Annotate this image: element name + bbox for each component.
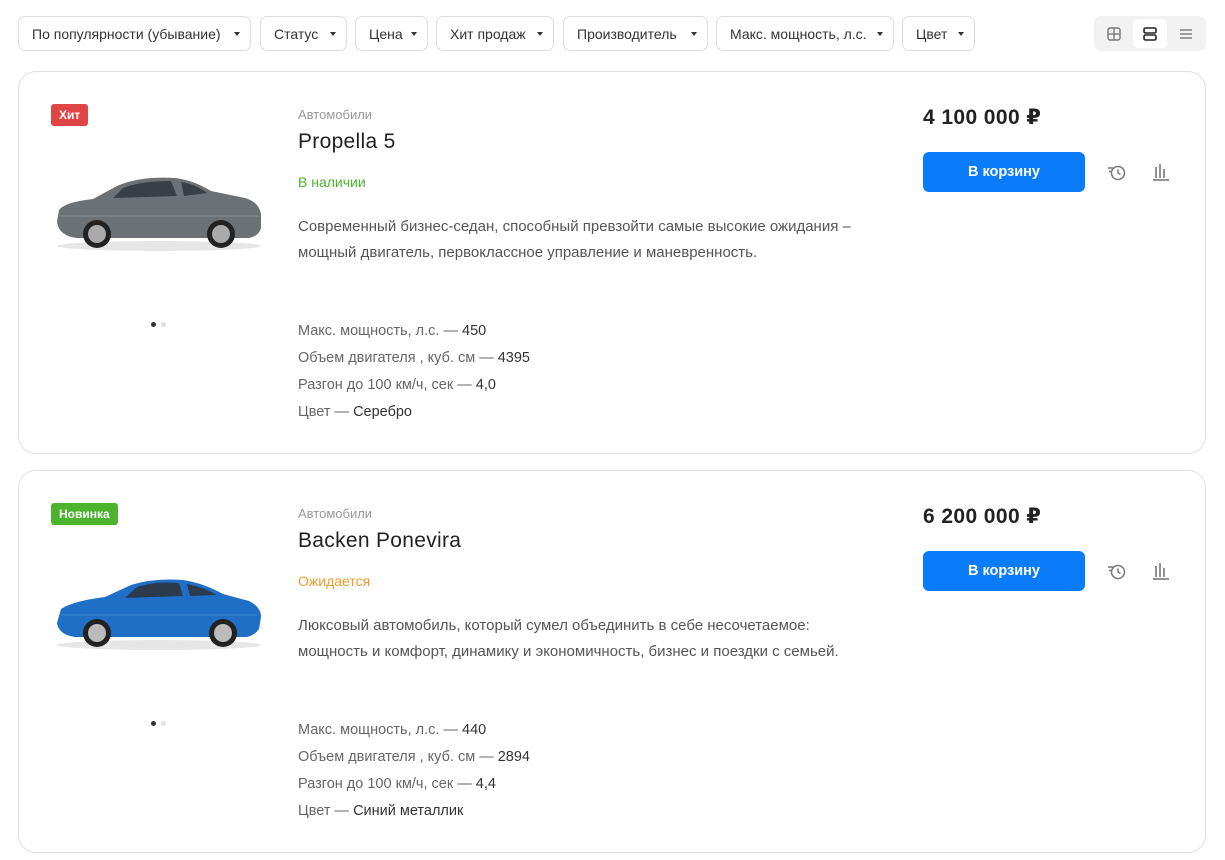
product-category: Автомобили <box>298 107 373 122</box>
filter-label: Цена <box>369 25 403 42</box>
filter-label: Цвет <box>916 25 948 42</box>
view-switch <box>1094 16 1206 51</box>
filter-status[interactable]: Статус <box>260 16 347 51</box>
property-name: Цвет <box>298 404 331 420</box>
property-value: 4395 <box>497 350 530 366</box>
property-row: Разгон до 100 км/ч, сек — 4,4 <box>298 776 496 792</box>
view-cards-button[interactable] <box>1133 19 1167 48</box>
property-row: Цвет — Синий металлик <box>298 803 464 819</box>
history-clock-icon <box>1108 165 1126 181</box>
list-view-icon <box>1180 28 1192 39</box>
grid-view-icon <box>1107 26 1121 41</box>
compare-chart-icon <box>1153 164 1169 181</box>
caret-down-icon <box>691 32 697 36</box>
pager-dot[interactable] <box>161 322 166 327</box>
property-name: Макс. мощность, л.с. <box>298 323 440 339</box>
filter-hit[interactable]: Хит продаж <box>436 16 554 51</box>
property-row: Макс. мощность, л.с. — 440 <box>298 722 487 738</box>
add-to-cart-button[interactable]: В корзину <box>923 152 1085 192</box>
filter-label: Хит продаж <box>450 25 526 42</box>
product-description: Люксовый автомобиль, который сумел объед… <box>298 617 839 660</box>
property-name: Объем двигателя , куб. см <box>298 749 476 765</box>
hit-badge: Хит <box>51 104 89 126</box>
filters-bar: По популярности (убывание) Статус Цена Х… <box>18 16 1207 52</box>
compare-button[interactable] <box>1149 160 1173 184</box>
product-card: Новинка Автомобили Backen Ponevira Ожида… <box>18 470 1206 853</box>
stock-status: Ожидается <box>298 573 371 589</box>
stock-status: В наличии <box>298 174 366 190</box>
product-price: 6 200 000 ₽ <box>923 505 1042 528</box>
product-price: 4 100 000 ₽ <box>923 106 1042 129</box>
filter-color[interactable]: Цвет <box>902 16 975 51</box>
property-name: Объем двигателя , куб. см <box>298 350 476 366</box>
product-title[interactable]: Backen Ponevira <box>298 529 461 553</box>
compare-chart-icon <box>1153 563 1169 580</box>
product-card: Хит Автомобили Propella 5 В наличии Совр… <box>18 71 1206 454</box>
product-title[interactable]: Propella 5 <box>298 130 396 154</box>
property-name: Макс. мощность, л.с. <box>298 722 440 738</box>
new-badge: Новинка <box>51 503 118 525</box>
property-name: Разгон до 100 км/ч, сек <box>298 776 454 792</box>
filter-price[interactable]: Цена <box>355 16 428 51</box>
delay-button[interactable] <box>1105 559 1129 583</box>
property-value: Синий металлик <box>353 803 464 819</box>
filter-label: Производитель <box>577 25 677 42</box>
property-value: 4,0 <box>475 377 496 393</box>
product-category: Автомобили <box>298 506 373 521</box>
product-description: Современный бизнес-седан, способный прев… <box>298 218 851 261</box>
property-value: Серебро <box>353 404 412 420</box>
caret-down-icon <box>537 32 543 36</box>
property-value: 450 <box>462 323 487 339</box>
sort-dropdown[interactable]: По популярности (убывание) <box>18 16 251 51</box>
delay-button[interactable] <box>1105 160 1129 184</box>
filter-power[interactable]: Макс. мощность, л.с. <box>716 16 894 51</box>
property-row: Цвет — Серебро <box>298 404 412 420</box>
filter-label: Статус <box>274 25 319 42</box>
property-name: Цвет <box>298 803 331 819</box>
add-to-cart-button[interactable]: В корзину <box>923 551 1085 591</box>
property-value: 4,4 <box>475 776 496 792</box>
property-row: Разгон до 100 км/ч, сек — 4,0 <box>298 377 496 393</box>
image-pager <box>151 322 166 327</box>
property-value: 440 <box>462 722 487 738</box>
property-row: Объем двигателя , куб. см — 4395 <box>298 350 530 366</box>
caret-down-icon <box>958 32 964 36</box>
property-value: 2894 <box>497 749 530 765</box>
property-name: Разгон до 100 км/ч, сек <box>298 377 454 393</box>
history-clock-icon <box>1108 564 1126 580</box>
pager-dot[interactable] <box>151 322 156 327</box>
property-row: Макс. мощность, л.с. — 450 <box>298 323 487 339</box>
product-properties: Макс. мощность, л.с. — 440 Объем двигате… <box>298 717 530 825</box>
product-image[interactable] <box>53 565 265 655</box>
caret-down-icon <box>330 32 336 36</box>
cards-view-icon <box>1143 26 1157 41</box>
property-row: Объем двигателя , куб. см — 2894 <box>298 749 530 765</box>
view-list-button[interactable] <box>1169 19 1203 48</box>
filter-label: Макс. мощность, л.с. <box>730 25 867 42</box>
caret-down-icon <box>411 32 417 36</box>
compare-button[interactable] <box>1149 559 1173 583</box>
product-properties: Макс. мощность, л.с. — 450 Объем двигате… <box>298 318 530 426</box>
caret-down-icon <box>234 32 240 36</box>
filter-label: По популярности (убывание) <box>32 25 221 42</box>
pager-dot[interactable] <box>151 721 156 726</box>
filter-manufacturer[interactable]: Производитель <box>563 16 708 51</box>
product-image[interactable] <box>53 166 265 256</box>
image-pager <box>151 721 166 726</box>
view-grid-button[interactable] <box>1097 19 1131 48</box>
pager-dot[interactable] <box>161 721 166 726</box>
caret-down-icon <box>877 32 883 36</box>
